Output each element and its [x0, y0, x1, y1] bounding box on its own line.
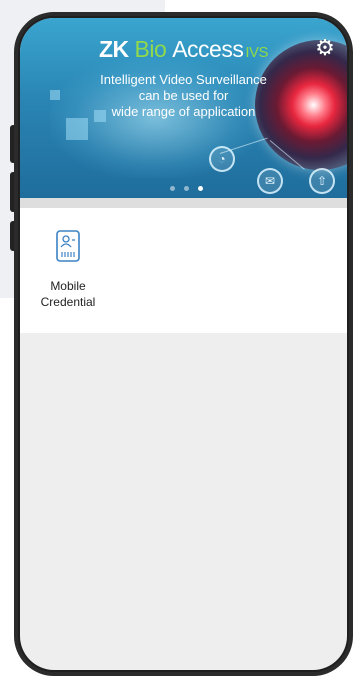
promo-banner[interactable]: ◔ ✉ ⇧ ZK Bio Access IVS ⚙ Intelligent Vid… — [20, 18, 347, 198]
phone-frame: ◔ ✉ ⇧ ZK Bio Access IVS ⚙ Intelligent Vid… — [14, 12, 353, 676]
upload-icon: ⇧ — [309, 168, 335, 194]
gear-icon[interactable]: ⚙ — [313, 36, 337, 60]
carousel-dot[interactable] — [170, 186, 175, 191]
feature-grid: Mobile Credential — [20, 208, 347, 333]
tile-label: Mobile Credential — [40, 279, 96, 309]
banner-tagline: Intelligent Video Surveillance can be us… — [100, 72, 267, 119]
mobile-credential-icon — [56, 230, 80, 262]
brand-logo: ZK Bio Access IVS — [98, 36, 269, 62]
carousel-indicator — [170, 178, 212, 196]
mobile-credential-tile[interactable]: Mobile Credential — [28, 230, 108, 310]
carousel-dot-active[interactable] — [198, 186, 203, 191]
banner-decor-square — [66, 118, 88, 140]
app-screen: ◔ ✉ ⇧ ZK Bio Access IVS ⚙ Intelligent Vid… — [20, 18, 347, 670]
carousel-dot[interactable] — [184, 186, 189, 191]
mail-icon: ✉ — [257, 168, 283, 194]
separator-strip — [20, 198, 347, 208]
chart-icon: ◔ — [209, 146, 235, 172]
